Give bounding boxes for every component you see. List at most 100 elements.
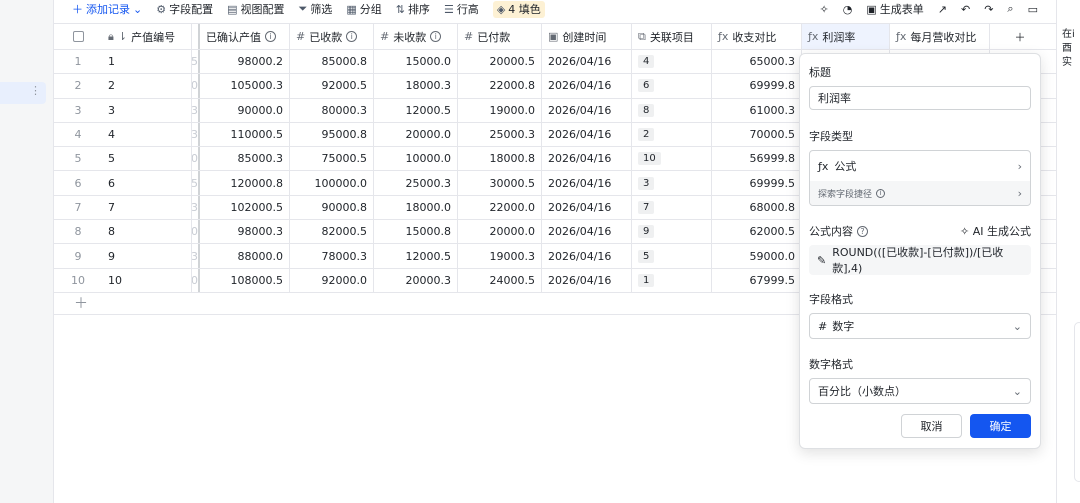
header-received[interactable]: # 已收款 i	[290, 24, 374, 49]
cell-created[interactable]: 2026/04/16	[542, 195, 632, 220]
filter-button[interactable]: ⏷ 筛选	[299, 1, 333, 17]
cell-received[interactable]: 90000.8	[290, 195, 374, 220]
cell-confirmed[interactable]: 105000.3	[200, 74, 290, 98]
cell-created[interactable]: 2026/04/16	[542, 268, 632, 292]
select-all-checkbox[interactable]	[72, 31, 84, 42]
cell-received[interactable]: 80000.3	[290, 98, 374, 122]
cell-ratio[interactable]: 68000.8	[712, 195, 802, 220]
cell-created[interactable]: 2026/04/16	[542, 122, 632, 147]
cell-paid[interactable]: 22000.0	[458, 195, 542, 220]
linked-record-tag[interactable]: 6	[638, 79, 655, 93]
view-config-button[interactable]: ▤ 视图配置	[227, 1, 284, 17]
cell-unreceived[interactable]: 18000.3	[374, 74, 458, 98]
cell-code[interactable]: 8	[102, 220, 192, 244]
cell-code[interactable]: 2	[102, 74, 192, 98]
cell-code[interactable]: 6	[102, 171, 192, 195]
cell-frozen-edge[interactable]: 3	[192, 244, 200, 268]
cell-unreceived[interactable]: 12000.5	[374, 244, 458, 268]
row-height-button[interactable]: ☰ 行高	[444, 1, 479, 17]
header-paid[interactable]: # 已付款	[458, 24, 542, 49]
cell-ratio[interactable]: 61000.3	[712, 98, 802, 122]
sparkle-icon[interactable]: ✧	[820, 3, 829, 16]
cell-frozen-edge[interactable]: 5	[192, 50, 200, 74]
cell-ratio[interactable]: 59000.0	[712, 244, 802, 268]
cell-confirmed[interactable]: 108000.5	[200, 268, 290, 292]
cell-frozen-edge[interactable]: 0	[192, 268, 200, 292]
cell-unreceived[interactable]: 10000.0	[374, 147, 458, 171]
comment-icon[interactable]: ▭	[1028, 3, 1038, 16]
header-linked[interactable]: ⧉ 关联项目	[632, 24, 712, 49]
linked-record-tag[interactable]: 2	[638, 128, 655, 142]
header-code[interactable]: 🔒︎ ⇂ 产值编号	[102, 24, 192, 49]
cell-created[interactable]: 2026/04/16	[542, 147, 632, 171]
cell-unreceived[interactable]: 15000.0	[374, 50, 458, 74]
cell-paid[interactable]: 20000.0	[458, 220, 542, 244]
row-index[interactable]: 2	[54, 74, 102, 97]
linked-record-tag[interactable]: 7	[638, 200, 655, 214]
row-index[interactable]: 6	[54, 171, 102, 194]
row-index[interactable]: 10	[54, 269, 102, 292]
generate-form-button[interactable]: ▣ 生成表单	[866, 1, 923, 17]
header-unreceived[interactable]: # 未收款 i	[374, 24, 458, 49]
linked-record-tag[interactable]: 1	[638, 273, 655, 287]
cell-confirmed[interactable]: 110000.5	[200, 122, 290, 147]
row-index[interactable]: 5	[54, 147, 102, 170]
linked-record-tag[interactable]: 5	[638, 249, 655, 263]
cell-confirmed[interactable]: 85000.3	[200, 147, 290, 171]
cell-created[interactable]: 2026/04/16	[542, 98, 632, 122]
cell-code[interactable]: 5	[102, 147, 192, 171]
redo-icon[interactable]: ↷	[984, 3, 993, 16]
cell-paid[interactable]: 19000.0	[458, 98, 542, 122]
cell-code[interactable]: 4	[102, 122, 192, 147]
header-confirmed[interactable]: 已确认产值 i	[200, 24, 290, 49]
cell-confirmed[interactable]: 102000.5	[200, 195, 290, 220]
title-input[interactable]: 利润率	[809, 86, 1031, 110]
cell-confirmed[interactable]: 90000.0	[200, 98, 290, 122]
row-index[interactable]: 8	[54, 220, 102, 243]
cell-received[interactable]: 85000.8	[290, 50, 374, 74]
cell-linked[interactable]: 8	[632, 98, 712, 122]
cell-linked[interactable]: 3	[632, 171, 712, 195]
cell-frozen-edge[interactable]: 0	[192, 220, 200, 244]
cell-ratio[interactable]: 69999.8	[712, 74, 802, 98]
row-index[interactable]: 4	[54, 123, 102, 146]
cell-frozen-edge[interactable]: 3	[192, 122, 200, 147]
cell-created[interactable]: 2026/04/16	[542, 50, 632, 74]
cell-received[interactable]: 92000.5	[290, 74, 374, 98]
field-shortcut-link[interactable]: 探索字段捷径 i ›	[810, 181, 1030, 205]
cell-created[interactable]: 2026/04/16	[542, 220, 632, 244]
cell-linked[interactable]: 9	[632, 220, 712, 244]
row-index[interactable]: 7	[54, 196, 102, 219]
more-icon[interactable]: ⋮	[30, 84, 41, 97]
row-index[interactable]: 9	[54, 244, 102, 267]
ai-generate-formula-button[interactable]: ✧ AI 生成公式	[960, 223, 1031, 239]
cell-ratio[interactable]: 56999.8	[712, 147, 802, 171]
cell-linked[interactable]: 10	[632, 147, 712, 171]
undo-icon[interactable]: ↶	[961, 3, 970, 16]
confirm-button[interactable]: 确定	[970, 414, 1031, 438]
cell-linked[interactable]: 7	[632, 195, 712, 220]
cell-ratio[interactable]: 70000.5	[712, 122, 802, 147]
cell-ratio[interactable]: 67999.5	[712, 268, 802, 292]
cell-linked[interactable]: 6	[632, 74, 712, 98]
search-icon[interactable]: ⌕	[1007, 2, 1013, 16]
linked-record-tag[interactable]: 10	[638, 152, 661, 166]
cell-ratio[interactable]: 62000.5	[712, 220, 802, 244]
cell-paid[interactable]: 22000.8	[458, 74, 542, 98]
header-created[interactable]: ▣ 创建时间	[542, 24, 632, 49]
cell-created[interactable]: 2026/04/16	[542, 244, 632, 268]
cell-code[interactable]: 7	[102, 195, 192, 220]
header-profit[interactable]: ƒx 利润率	[802, 24, 890, 49]
frozen-divider[interactable]	[192, 24, 200, 49]
cell-linked[interactable]: 4	[632, 50, 712, 74]
cell-paid[interactable]: 24000.5	[458, 268, 542, 292]
header-ratio[interactable]: ƒx 收支对比	[712, 24, 802, 49]
fill-color-button[interactable]: ◈ 4 填色	[492, 0, 545, 18]
cell-unreceived[interactable]: 18000.0	[374, 195, 458, 220]
cell-frozen-edge[interactable]: 5	[192, 171, 200, 195]
number-format-select[interactable]: 百分比（小数点） ⌄	[809, 378, 1031, 404]
select-all-checkbox-cell[interactable]	[54, 24, 102, 49]
cancel-button[interactable]: 取消	[901, 414, 962, 438]
cell-code[interactable]: 10	[102, 268, 192, 292]
row-index[interactable]: 3	[54, 99, 102, 122]
